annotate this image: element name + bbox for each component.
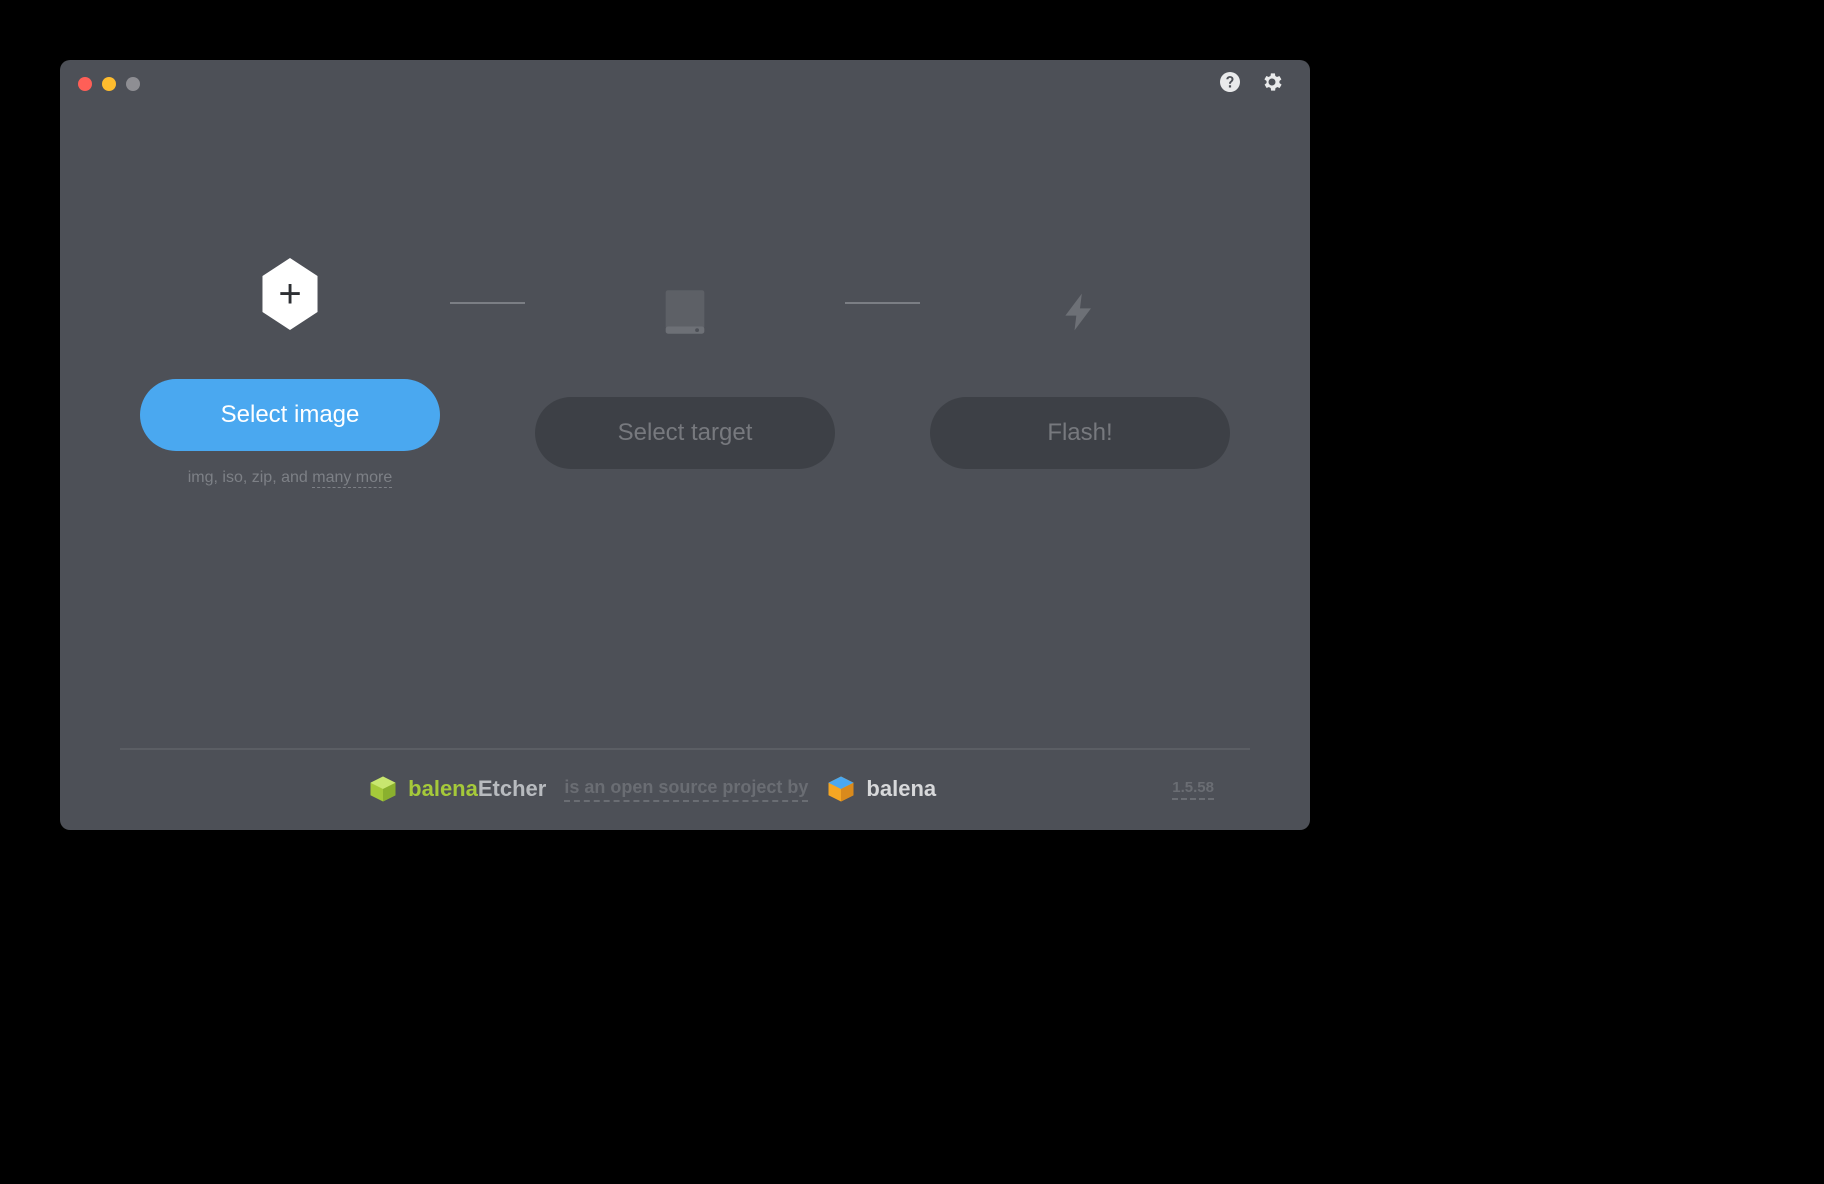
step-select-target: Select target — [535, 267, 835, 469]
select-target-button: Select target — [535, 397, 835, 469]
cube-icon — [368, 774, 398, 804]
footer-center: balenaEtcher is an open source project b… — [156, 774, 1148, 804]
connector-line — [845, 302, 920, 304]
traffic-lights — [78, 77, 140, 91]
footer: balenaEtcher is an open source project b… — [120, 748, 1250, 830]
select-image-button[interactable]: Select image — [140, 379, 440, 451]
brand-etcher: Etcher — [478, 776, 546, 801]
brand-balena: balena — [408, 776, 478, 801]
hint-many-more-link[interactable]: many more — [312, 469, 392, 488]
connector-line — [450, 302, 525, 304]
balena-etcher-brand[interactable]: balenaEtcher — [368, 774, 546, 804]
window-minimize-button[interactable] — [102, 77, 116, 91]
brand-company: balena — [866, 776, 936, 802]
lightning-bolt-icon — [1058, 267, 1102, 357]
titlebar — [60, 60, 1310, 108]
select-image-hint: img, iso, zip, and many more — [188, 469, 393, 487]
step-select-image: + Select image img, iso, zip, and many m… — [140, 249, 440, 487]
cube-icon — [826, 774, 856, 804]
toolbar-right — [1218, 70, 1292, 99]
window-close-button[interactable] — [78, 77, 92, 91]
app-window: + Select image img, iso, zip, and many m… — [60, 60, 1310, 830]
window-maximize-button[interactable] — [126, 77, 140, 91]
drive-icon — [656, 267, 714, 357]
hint-prefix: img, iso, zip, and — [188, 469, 313, 486]
brand-text: balenaEtcher — [408, 776, 546, 802]
content: + Select image img, iso, zip, and many m… — [60, 108, 1310, 748]
steps-row: + Select image img, iso, zip, and many m… — [140, 249, 1230, 487]
plus-hexagon-icon: + — [258, 249, 322, 339]
open-source-link[interactable]: is an open source project by — [564, 777, 808, 802]
step-flash: Flash! — [930, 267, 1230, 469]
version-label[interactable]: 1.5.58 — [1172, 779, 1214, 800]
balena-company-brand[interactable]: balena — [826, 774, 936, 804]
flash-button: Flash! — [930, 397, 1230, 469]
help-icon[interactable] — [1218, 70, 1242, 99]
gear-icon[interactable] — [1260, 70, 1284, 99]
